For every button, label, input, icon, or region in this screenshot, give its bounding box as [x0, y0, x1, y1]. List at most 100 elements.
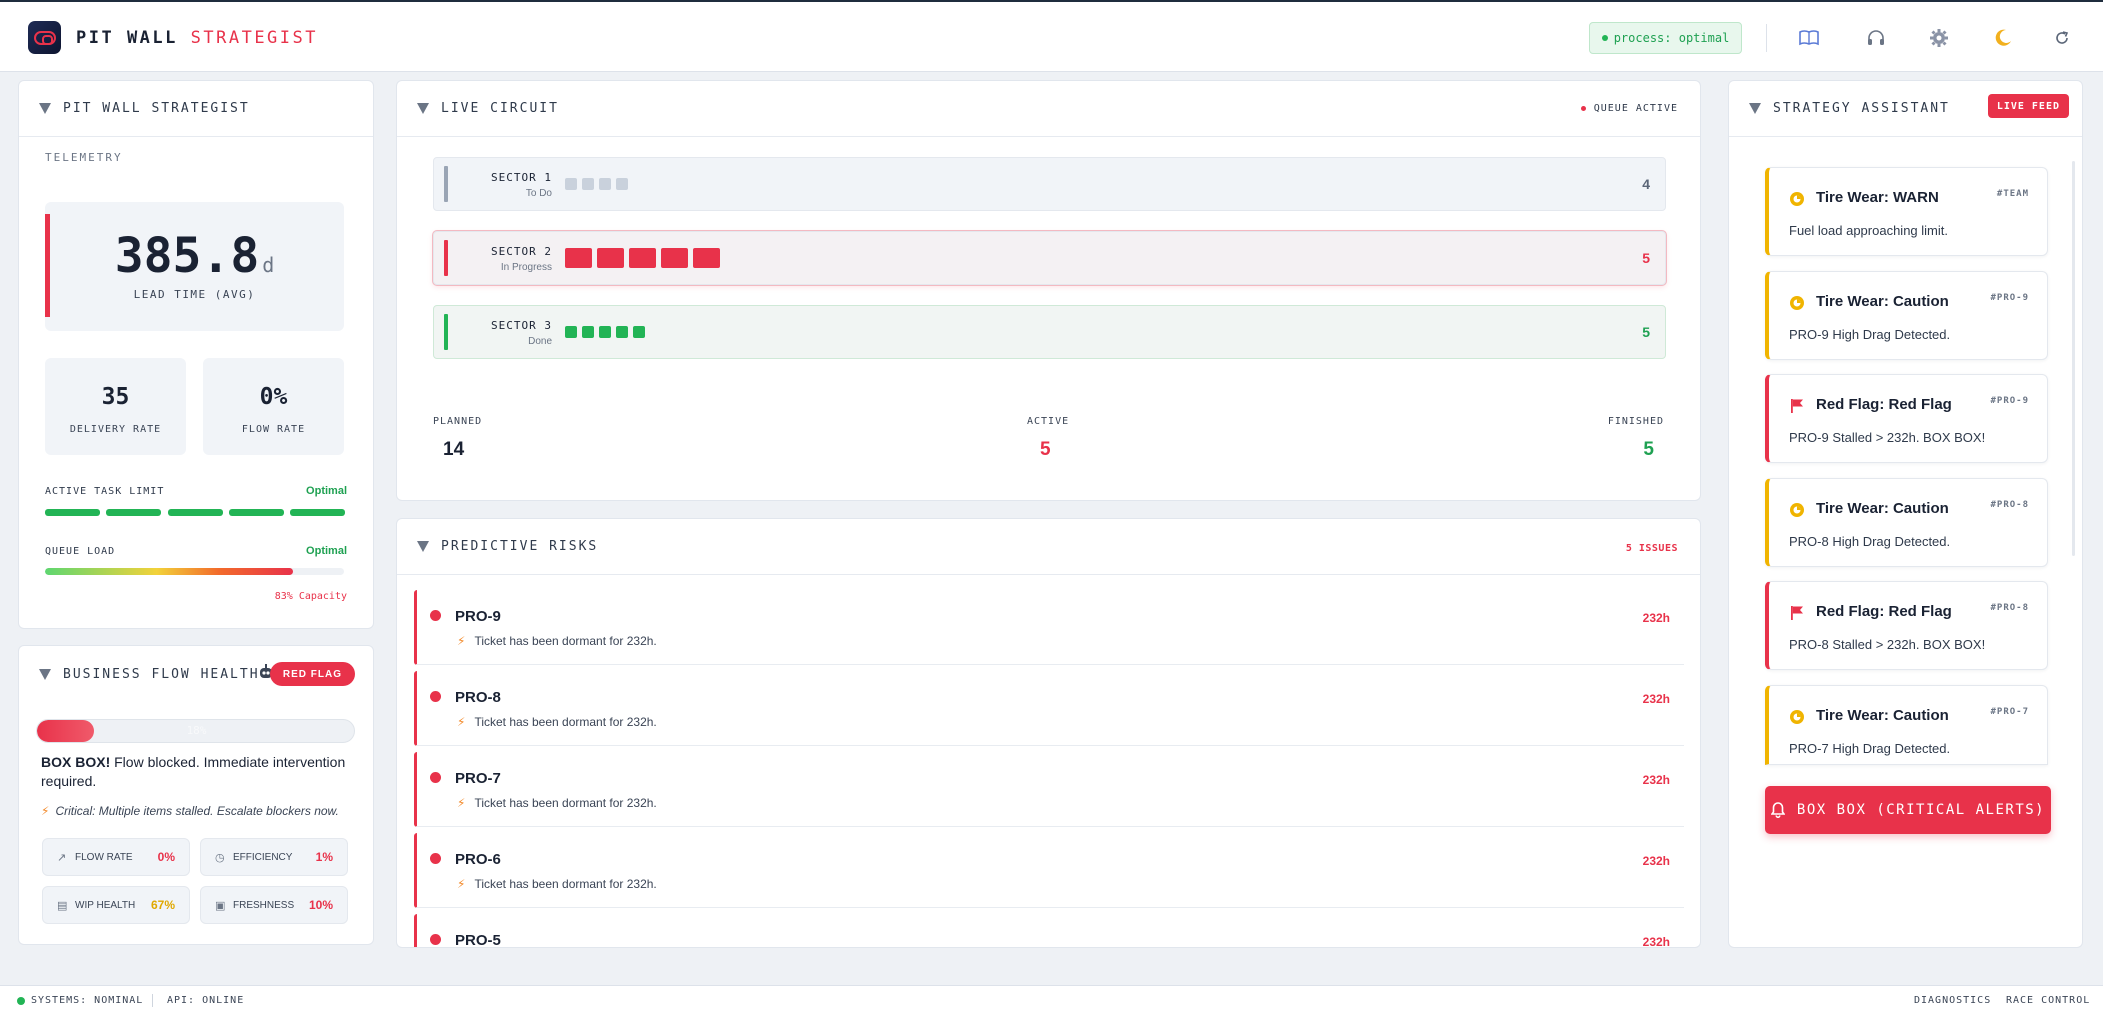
alert-card[interactable]: Red Flag: Red Flag #PRO-9 PRO-9 Stalled …	[1765, 374, 2048, 463]
process-status-badge: process: optimal	[1589, 22, 1742, 54]
alert-title: Tire Wear: Caution	[1816, 707, 1949, 724]
sector-accent-bar	[444, 314, 448, 350]
status-footer: SYSTEMS: NOMINAL API: ONLINE DIAGNOSTICS…	[0, 985, 2103, 1014]
alert-message: PRO-7 High Drag Detected.	[1789, 741, 1951, 756]
alert-title: Tire Wear: Caution	[1816, 293, 1949, 310]
risk-item[interactable]: PRO-8 ⚡ Ticket has been dormant for 232h.…	[414, 671, 1684, 746]
task-block	[565, 178, 577, 190]
refresh-icon[interactable]	[2050, 26, 2074, 50]
sector-count: 5	[1642, 250, 1650, 266]
red-flag-icon	[1789, 605, 1805, 621]
sector-row-2[interactable]: SECTOR 2 In Progress 5	[433, 231, 1666, 285]
collapse-triangle-icon[interactable]	[39, 668, 51, 680]
alert-card[interactable]: Tire Wear: Caution #PRO-8 PRO-8 High Dra…	[1765, 478, 2048, 567]
red-flag-icon	[1789, 398, 1805, 414]
metric-wip-health: ▤ WIP HEALTH 67%	[42, 886, 190, 924]
strategy-assistant-header[interactable]: STRATEGY ASSISTANT LIVE FEED	[1729, 81, 2082, 137]
sector-row-3[interactable]: SECTOR 3 Done 5	[433, 305, 1666, 359]
collapse-triangle-icon[interactable]	[39, 103, 51, 114]
risk-item[interactable]: PRO-9 ⚡ Ticket has been dormant for 232h.…	[414, 590, 1684, 665]
sector-task-blocks	[565, 248, 720, 268]
systems-status-dot-icon	[17, 997, 25, 1005]
telemetry-panel-header[interactable]: PIT WALL STRATEGIST	[19, 81, 373, 137]
live-circuit-header[interactable]: LIVE CIRCUIT QUEUE ACTIVE	[397, 81, 1700, 137]
metric-label: FRESHNESS	[233, 899, 295, 911]
tire-warning-icon	[1789, 502, 1805, 518]
alert-tag: #TEAM	[1996, 189, 2029, 199]
box-box-critical-alerts-button[interactable]: BOX BOX (CRITICAL ALERTS)	[1765, 786, 2051, 834]
bolt-icon: ⚡	[457, 796, 466, 810]
sector-name: SECTOR 2	[491, 245, 552, 258]
alert-message: PRO-8 High Drag Detected.	[1789, 534, 1951, 549]
planned-label: PLANNED	[433, 416, 483, 427]
task-block	[565, 326, 577, 338]
gear-icon[interactable]	[1927, 26, 1951, 50]
headset-icon[interactable]	[1864, 26, 1888, 50]
alert-card[interactable]: Tire Wear: Caution #PRO-7 PRO-7 High Dra…	[1765, 685, 2048, 765]
risk-ticket-id: PRO-6	[455, 851, 501, 868]
alert-message: Fuel load approaching limit.	[1789, 223, 1948, 238]
queue-load-label: QUEUE LOAD	[45, 546, 116, 557]
risk-dot-icon	[430, 934, 441, 945]
sector-row-1[interactable]: SECTOR 1 To Do 4	[433, 157, 1666, 211]
lead-time-value: 385.8 d	[45, 228, 344, 284]
lead-time-label: LEAD TIME (AVG)	[133, 288, 256, 301]
status-dot-icon	[1601, 35, 1608, 41]
alerts-scrollbar[interactable]	[2072, 161, 2075, 556]
collapse-triangle-icon[interactable]	[1749, 103, 1761, 114]
queue-active-indicator: QUEUE ACTIVE	[1580, 103, 1678, 114]
flow-health-bar: 18%	[36, 719, 355, 743]
clock-icon: ◷	[215, 851, 225, 864]
task-block	[633, 326, 645, 338]
diagnostics-link[interactable]: DIAGNOSTICS	[1914, 995, 1991, 1006]
race-control-link[interactable]: RACE CONTROL	[2006, 995, 2090, 1006]
collapse-triangle-icon[interactable]	[417, 541, 429, 552]
app-logo[interactable]	[28, 21, 61, 54]
status-dot-icon	[1580, 106, 1586, 111]
predictive-risks-header[interactable]: PREDICTIVE RISKS 5 ISSUES	[397, 519, 1700, 575]
risk-hours: 232h	[1642, 773, 1670, 787]
alert-message: PRO-9 Stalled > 232h. BOX BOX!	[1789, 430, 1986, 445]
tire-warning-icon	[1789, 191, 1805, 207]
process-status-text: process: optimal	[1613, 31, 1730, 45]
box-box-button-label: BOX BOX (CRITICAL ALERTS)	[1796, 802, 2046, 818]
bolt-icon: ⚡	[41, 804, 50, 818]
task-block	[582, 178, 594, 190]
header-divider	[1766, 24, 1767, 52]
risk-ticket-id: PRO-7	[455, 770, 501, 787]
risk-description-text: Ticket has been dormant for 232h.	[474, 877, 657, 891]
alert-title: Red Flag: Red Flag	[1816, 603, 1952, 620]
task-limit-segment	[45, 509, 100, 516]
alert-card[interactable]: Tire Wear: Caution #PRO-9 PRO-9 High Dra…	[1765, 271, 2048, 360]
risk-description: ⚡ Ticket has been dormant for 232h.	[457, 634, 657, 648]
predictive-risks-panel: PREDICTIVE RISKS 5 ISSUES PRO-9 ⚡ Ticket …	[396, 518, 1701, 948]
delivery-rate-label: DELIVERY RATE	[69, 424, 162, 435]
risk-ticket-id: PRO-8	[455, 689, 501, 706]
risk-hours: 232h	[1642, 692, 1670, 706]
risk-item[interactable]: PRO-7 ⚡ Ticket has been dormant for 232h.…	[414, 752, 1684, 827]
task-limit-segment	[168, 509, 223, 516]
moon-icon[interactable]	[1991, 26, 2015, 50]
collapse-triangle-icon[interactable]	[417, 103, 429, 114]
alert-card[interactable]: Tire Wear: WARN #TEAM Fuel load approach…	[1765, 167, 2048, 256]
alert-tag: #PRO-8	[1990, 500, 2029, 510]
top-bar: PIT WALL STRATEGIST process: optimal	[0, 0, 2103, 72]
risk-ticket-id: PRO-9	[455, 608, 501, 625]
alert-card[interactable]: Red Flag: Red Flag #PRO-8 PRO-8 Stalled …	[1765, 581, 2048, 670]
book-icon[interactable]	[1797, 26, 1821, 50]
strategy-assistant-panel: STRATEGY ASSISTANT LIVE FEED Tire Wear: …	[1728, 80, 2083, 948]
red-flag-badge: RED FLAG	[269, 662, 355, 686]
sector-status: To Do	[525, 188, 552, 199]
sector-count: 4	[1642, 176, 1650, 192]
alert-message: PRO-8 Stalled > 232h. BOX BOX!	[1789, 637, 1986, 652]
risk-item[interactable]: PRO-6 ⚡ Ticket has been dormant for 232h.…	[414, 833, 1684, 908]
task-block	[597, 248, 624, 268]
telemetry-label: TELEMETRY	[45, 151, 123, 164]
alert-title: Red Flag: Red Flag	[1816, 396, 1952, 413]
bolt-icon: ⚡	[457, 715, 466, 729]
alert-title: Tire Wear: WARN	[1816, 189, 1939, 206]
task-block	[599, 326, 611, 338]
sector-status: Done	[528, 336, 552, 347]
risk-item[interactable]: PRO-5 232h	[414, 914, 1684, 947]
metric-value: 10%	[308, 898, 333, 912]
